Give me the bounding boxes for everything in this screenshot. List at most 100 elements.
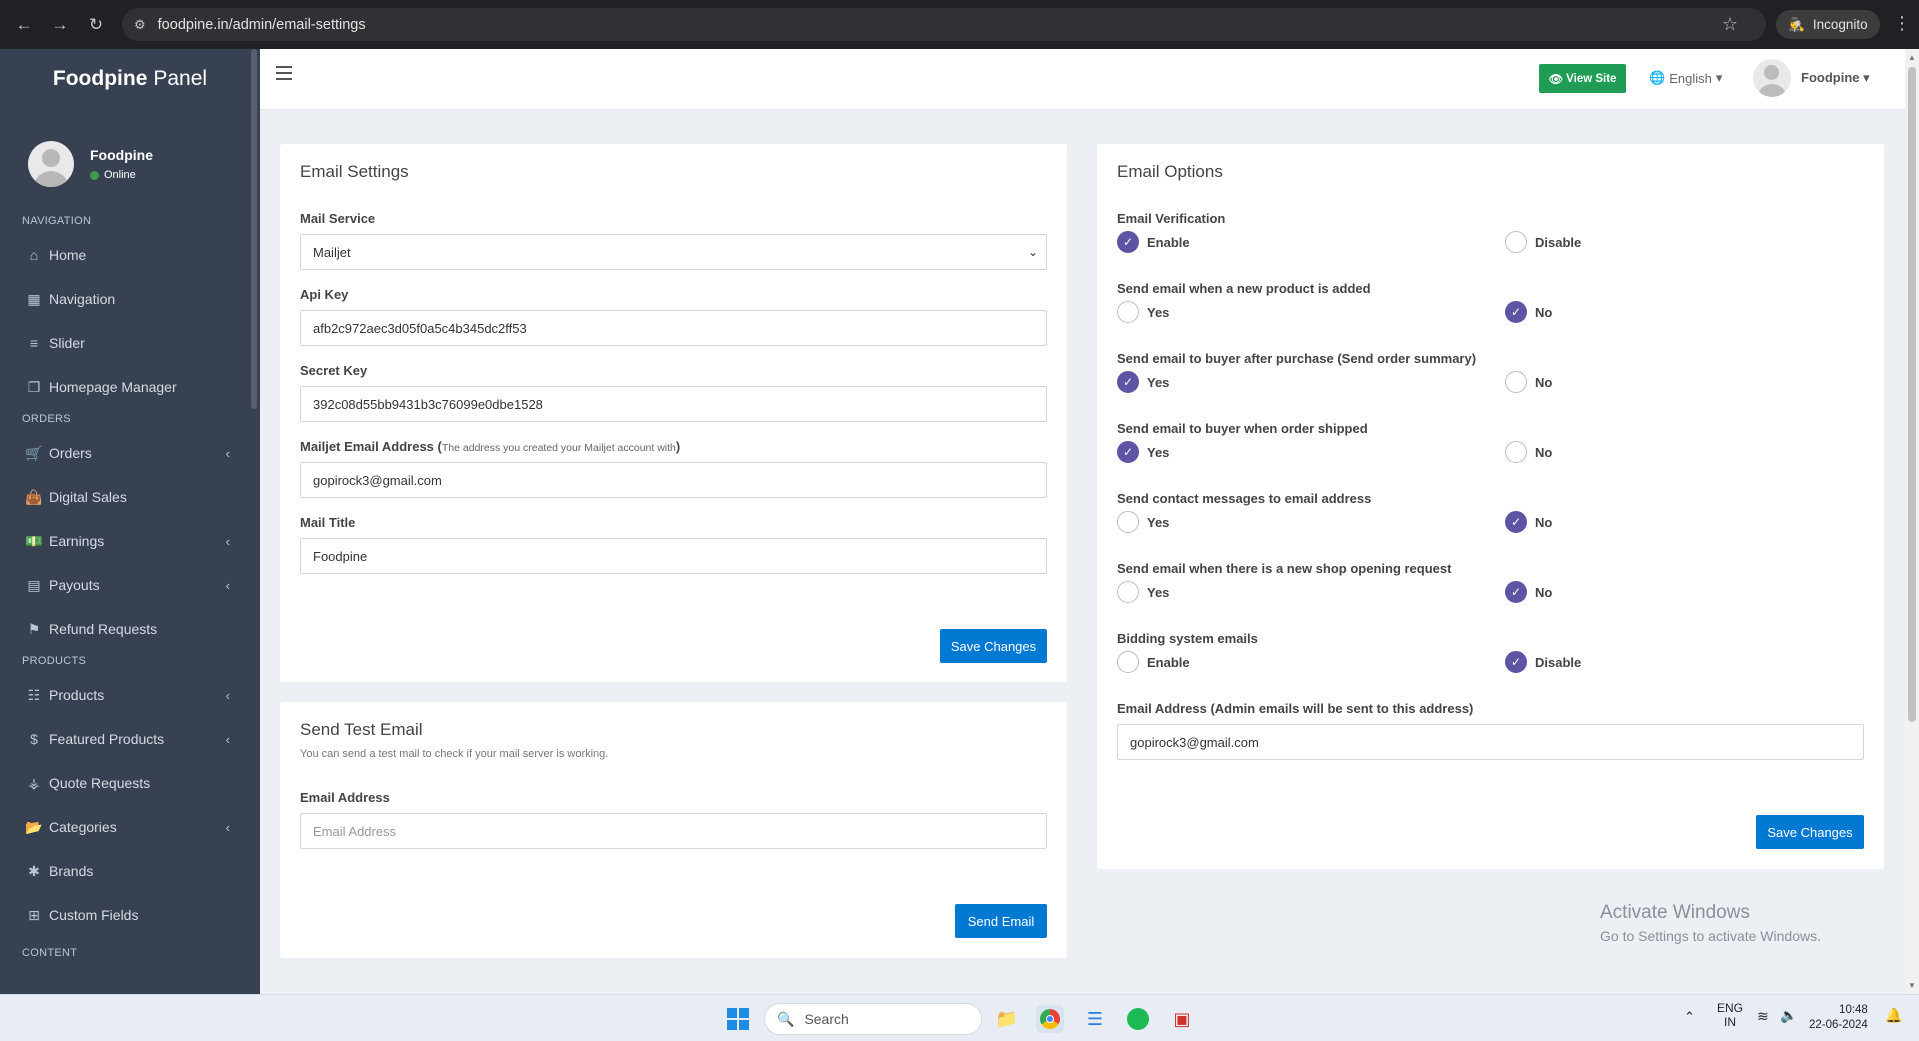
radio-option-first[interactable]: Enable — [1117, 651, 1190, 673]
clone-icon: ❐ — [27, 378, 41, 395]
radio-option-first[interactable]: ✓ Yes — [1117, 371, 1169, 393]
scroll-down-icon[interactable]: ▼ — [1908, 981, 1916, 990]
brand-logo[interactable]: Foodpine Panel — [0, 49, 260, 109]
radio-option-second[interactable]: Disable — [1505, 231, 1581, 253]
mail-title-input[interactable]: Foodpine — [300, 538, 1047, 574]
radio-unchecked-icon[interactable] — [1117, 581, 1139, 603]
stack-app-icon[interactable]: ☰ — [1081, 1005, 1109, 1033]
radio-option-first[interactable]: ✓ Enable — [1117, 231, 1190, 253]
spotify-icon[interactable] — [1124, 1005, 1152, 1033]
chevron-up-icon[interactable]: ⌃ — [1684, 1009, 1695, 1025]
language-indicator[interactable]: ENG IN — [1717, 1001, 1743, 1029]
radio-option-first[interactable]: ✓ Yes — [1117, 441, 1169, 463]
sliders-icon: ≡ — [29, 335, 39, 351]
sidebar-item-refund-requests[interactable]: ⚑ Refund Requests — [0, 607, 260, 651]
radio-checked-icon[interactable]: ✓ — [1117, 231, 1139, 253]
incognito-badge[interactable]: 🕵 Incognito — [1776, 10, 1880, 39]
sidebar-item-brands[interactable]: ✱ Brands — [0, 849, 260, 893]
section-products: PRODUCTS — [22, 655, 87, 667]
radio-unchecked-icon[interactable] — [1117, 511, 1139, 533]
radio-unchecked-icon[interactable] — [1505, 441, 1527, 463]
api-key-input[interactable]: afb2c972aec3d05f0a5c4b345dc2ff53 — [300, 310, 1047, 346]
radio-option-first[interactable]: Yes — [1117, 511, 1169, 533]
scroll-up-icon[interactable]: ▲ — [1908, 53, 1916, 62]
mailjet-email-input[interactable]: gopirock3@gmail.com — [300, 462, 1047, 498]
chrome-icon[interactable] — [1036, 1005, 1064, 1033]
speaker-icon[interactable]: 🔈 — [1780, 1007, 1797, 1024]
sidebar-scrollbar[interactable] — [251, 49, 257, 409]
radio-checked-icon[interactable]: ✓ — [1117, 371, 1139, 393]
taskbar-search-label: Search — [804, 1011, 849, 1027]
file-explorer-icon[interactable]: 📁 — [993, 1005, 1021, 1033]
notification-bell-icon[interactable]: 🔔 — [1885, 1007, 1902, 1024]
shopping-bag-icon: 👜 — [25, 488, 43, 505]
section-content: CONTENT — [22, 947, 78, 959]
radio-checked-icon[interactable]: ✓ — [1505, 581, 1527, 603]
hamburger-menu-icon[interactable] — [276, 66, 292, 84]
forward-icon[interactable]: → — [44, 9, 76, 41]
radio-option-second[interactable]: No — [1505, 441, 1552, 463]
sidebar-item-quote-requests[interactable]: ⚶ Quote Requests — [0, 761, 260, 805]
sidebar-item-slider[interactable]: ≡ Slider — [0, 321, 260, 365]
send-email-button[interactable]: Send Email — [955, 904, 1047, 938]
radio-unchecked-icon[interactable] — [1117, 301, 1139, 323]
sidebar-item-navigation[interactable]: ▦ Navigation — [0, 277, 260, 321]
wifi-icon[interactable]: ≋ — [1757, 1008, 1769, 1025]
radio-option-second[interactable]: ✓ No — [1505, 581, 1552, 603]
radio-unchecked-icon[interactable] — [1505, 371, 1527, 393]
secret-key-input[interactable]: 392c08d55bb9431b3c76099e0dbe1528 — [300, 386, 1047, 422]
sidebar-item-orders[interactable]: 🛒 Orders ‹ — [0, 431, 260, 475]
radio-option-first[interactable]: Yes — [1117, 581, 1169, 603]
mailjet-email-hint: The address you created your Mailjet acc… — [441, 442, 676, 454]
folder-open-icon: 📂 — [25, 818, 43, 835]
radio-checked-icon[interactable]: ✓ — [1505, 651, 1527, 673]
bookmark-star-icon[interactable]: ☆ — [1722, 14, 1738, 35]
save-changes-button[interactable]: Save Changes — [940, 629, 1047, 663]
sidebar-item-earnings[interactable]: 💵 Earnings ‹ — [0, 519, 260, 563]
save-changes-button[interactable]: Save Changes — [1756, 815, 1864, 849]
remote-app-icon[interactable]: ▣ — [1168, 1005, 1196, 1033]
sidebar-item-homepage-manager[interactable]: ❐ Homepage Manager — [0, 365, 260, 409]
option-label: Send email to buyer after purchase (Send… — [1117, 351, 1477, 366]
view-site-button[interactable]: 👁 View Site — [1539, 64, 1626, 93]
radio-option-second[interactable]: No — [1505, 371, 1552, 393]
sidebar-item-products[interactable]: ☷ Products ‹ — [0, 673, 260, 717]
option-label: Bidding system emails — [1117, 631, 1258, 646]
radio-checked-icon[interactable]: ✓ — [1117, 441, 1139, 463]
avatar[interactable] — [1753, 59, 1791, 97]
globe-icon: 🌐 — [1649, 70, 1666, 85]
sidebar-item-featured-products[interactable]: $ Featured Products ‹ — [0, 717, 260, 761]
scrollbar-thumb[interactable] — [1908, 67, 1916, 722]
admin-email-input[interactable]: gopirock3@gmail.com — [1117, 724, 1864, 760]
sidebar-item-payouts[interactable]: ▤ Payouts ‹ — [0, 563, 260, 607]
sidebar-item-custom-fields[interactable]: ⊞ Custom Fields — [0, 893, 260, 937]
sidebar-item-label: Brands — [49, 863, 94, 879]
test-email-input[interactable]: Email Address — [300, 813, 1047, 849]
page-scrollbar[interactable]: ▲ ▼ — [1905, 49, 1919, 994]
taskbar-search[interactable]: 🔍 Search — [764, 1003, 982, 1035]
credit-card-icon: ▤ — [27, 576, 41, 593]
browser-menu-icon[interactable]: ⋮ — [1893, 13, 1911, 34]
back-icon[interactable]: ← — [8, 9, 40, 41]
radio-option-second[interactable]: ✓ Disable — [1505, 651, 1581, 673]
site-info-icon[interactable]: ⚙ — [134, 17, 146, 33]
radio-unchecked-icon[interactable] — [1505, 231, 1527, 253]
windows-start-icon[interactable] — [727, 1008, 749, 1030]
option-label: Send contact messages to email address — [1117, 491, 1372, 506]
user-dropdown[interactable]: Foodpine ▾ — [1801, 70, 1870, 86]
radio-checked-icon[interactable]: ✓ — [1505, 511, 1527, 533]
radio-unchecked-icon[interactable] — [1117, 651, 1139, 673]
mail-service-select[interactable]: Mailjet ⌄ — [300, 234, 1047, 270]
sidebar-item-digital-sales[interactable]: 👜 Digital Sales — [0, 475, 260, 519]
reload-icon[interactable]: ↻ — [80, 9, 112, 41]
language-dropdown[interactable]: 🌐 English ▾ — [1649, 70, 1722, 86]
sidebar-item-home[interactable]: ⌂ Home — [0, 233, 260, 277]
grid-icon: ▦ — [27, 290, 41, 307]
system-clock[interactable]: 10:48 22-06-2024 — [1809, 1003, 1868, 1033]
radio-option-first[interactable]: Yes — [1117, 301, 1169, 323]
sidebar-item-categories[interactable]: 📂 Categories ‹ — [0, 805, 260, 849]
address-bar[interactable]: ⚙ foodpine.in/admin/email-settings ☆ — [122, 8, 1766, 41]
radio-checked-icon[interactable]: ✓ — [1505, 301, 1527, 323]
radio-option-second[interactable]: ✓ No — [1505, 511, 1552, 533]
radio-option-second[interactable]: ✓ No — [1505, 301, 1552, 323]
